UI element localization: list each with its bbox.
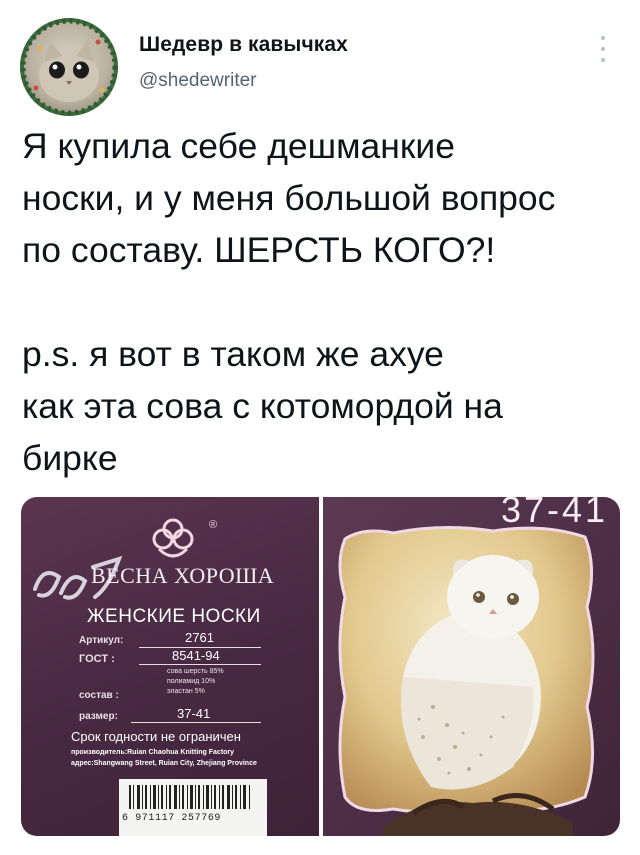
owl-photo[interactable]: 37-41 (323, 497, 620, 836)
tweet-media[interactable]: ® ВЕСНА ХОРОША ЖЕНСКИЕ НОСКИ Артикул: 27… (21, 497, 620, 836)
cat-avatar-icon (20, 18, 118, 116)
barcode-number: 6 971117 257769 (122, 813, 222, 824)
tweet-text: Я купила себе дешманкие носки, и у меня … (22, 120, 622, 484)
flower-logo-icon (152, 518, 194, 558)
tweet-line: Я купила себе дешманкие (22, 126, 455, 166)
size-corner-text: 37-41 (501, 497, 609, 530)
gost-value: 8541-94 (172, 648, 220, 663)
tweet-line: по составу. ШЕРСТЬ КОГО?! (22, 230, 496, 270)
author-handle[interactable]: @shedewriter (139, 70, 257, 92)
label-title: ЖЕНСКИЕ НОСКИ (87, 606, 261, 627)
manufacturer-text: производитель:Ruian Chaohua Knitting Fac… (71, 749, 235, 756)
sock-label-photo[interactable]: ® ВЕСНА ХОРОША ЖЕНСКИЕ НОСКИ Артикул: 27… (21, 497, 319, 836)
article-value: 2761 (185, 630, 214, 645)
author-avatar[interactable] (20, 18, 118, 116)
article-label: Артикул: (79, 635, 124, 646)
composition-line: полиамид 10% (167, 678, 216, 685)
tweet-header: Шедевр в кавычках @shedewriter (0, 0, 640, 116)
size-label: размер: (79, 711, 118, 722)
more-options-icon[interactable] (596, 36, 610, 62)
composition-line: эластан 5% (167, 688, 205, 695)
tweet-line: носки, и у меня большой вопрос (22, 178, 556, 218)
author-name[interactable]: Шедевр в кавычках (139, 33, 348, 57)
barcode (119, 779, 267, 836)
tweet-line: как эта сова с котомордой на (22, 386, 503, 426)
registered-mark: ® (209, 519, 218, 531)
composition-line: сова шерсть 85% (167, 668, 224, 675)
address-text: адрес:Shangwang Street, Ruian City, Zhej… (71, 760, 257, 767)
composition-label: состав : (79, 690, 119, 701)
size-value: 37-41 (177, 706, 211, 721)
gost-label: ГОСТ : (79, 653, 115, 665)
owl-illustration-icon (338, 525, 595, 836)
tweet-line: p.s. я вот в таком же ахуе (22, 334, 444, 374)
expiry-text: Срок годности не ограничен (71, 729, 241, 744)
tweet-line: бирке (22, 438, 118, 478)
brand-name: ВЕСНА ХОРОША (91, 563, 275, 588)
